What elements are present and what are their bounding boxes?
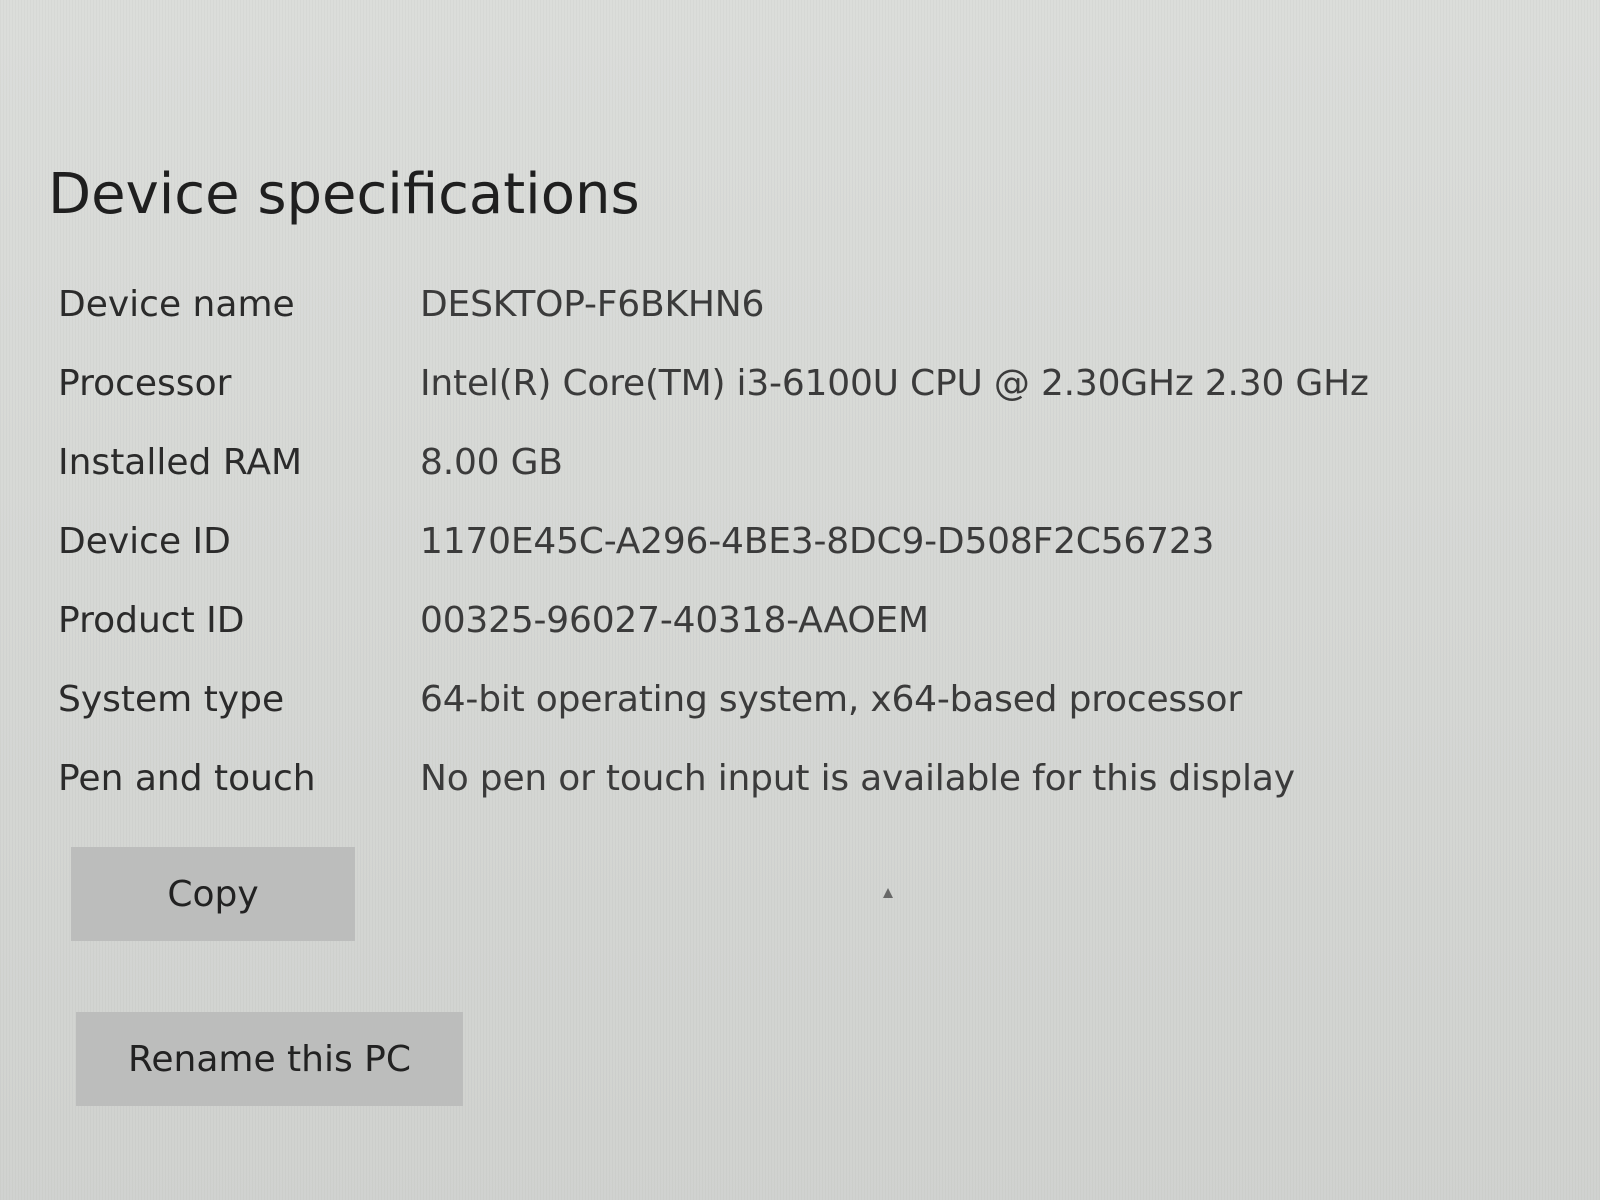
product-id-value: 00325-96027-40318-AAOEM xyxy=(420,600,929,641)
device-name-label: Device name xyxy=(58,284,295,325)
device-specs-list: Device name DESKTOP-F6BKHN6 Processor In… xyxy=(58,265,1508,818)
system-type-label: System type xyxy=(58,679,285,720)
spec-row-pen-and-touch: Pen and touch No pen or touch input is a… xyxy=(58,739,1508,818)
page-title: Device specifications xyxy=(48,161,640,227)
device-specifications-panel: Device specifications Device name DESKTO… xyxy=(0,0,1600,1200)
spec-row-system-type: System type 64-bit operating system, x64… xyxy=(58,660,1508,739)
pen-and-touch-value: No pen or touch input is available for t… xyxy=(420,758,1295,799)
installed-ram-value: 8.00 GB xyxy=(420,442,563,483)
copy-button[interactable]: Copy xyxy=(71,847,355,941)
spec-row-device-id: Device ID 1170E45C-A296-4BE3-8DC9-D508F2… xyxy=(58,502,1508,581)
spec-row-processor: Processor Intel(R) Core(TM) i3-6100U CPU… xyxy=(58,344,1508,423)
spec-row-device-name: Device name DESKTOP-F6BKHN6 xyxy=(58,265,1508,344)
device-id-label: Device ID xyxy=(58,521,231,562)
rename-this-pc-button[interactable]: Rename this PC xyxy=(76,1012,463,1106)
device-name-value: DESKTOP-F6BKHN6 xyxy=(420,284,765,325)
mouse-cursor-icon xyxy=(883,888,893,898)
spec-row-product-id: Product ID 00325-96027-40318-AAOEM xyxy=(58,581,1508,660)
pen-and-touch-label: Pen and touch xyxy=(58,758,316,799)
processor-label: Processor xyxy=(58,363,232,404)
installed-ram-label: Installed RAM xyxy=(58,442,303,483)
device-id-value: 1170E45C-A296-4BE3-8DC9-D508F2C56723 xyxy=(420,521,1215,562)
processor-value: Intel(R) Core(TM) i3-6100U CPU @ 2.30GHz… xyxy=(420,363,1369,404)
product-id-label: Product ID xyxy=(58,600,245,641)
system-type-value: 64-bit operating system, x64-based proce… xyxy=(420,679,1242,720)
spec-row-installed-ram: Installed RAM 8.00 GB xyxy=(58,423,1508,502)
